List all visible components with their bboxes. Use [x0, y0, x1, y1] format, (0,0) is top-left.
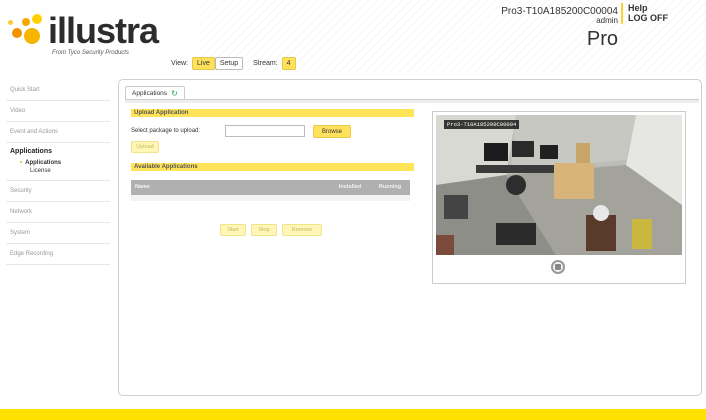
sidebar-subitem-license[interactable]: License [6, 167, 110, 175]
available-section-header: Available Applications [131, 163, 414, 171]
sidebar-nav: Quick Start Video Event and Actions Appl… [6, 80, 110, 265]
video-title-overlay: Pro3-T10A185200C00004 [444, 120, 520, 129]
stream-select[interactable]: 4 [281, 56, 296, 70]
col-running[interactable]: Running [370, 180, 410, 195]
logo-tagline: From Tyco Security Products [52, 50, 129, 56]
applications-table-header: Name Installed Running [131, 180, 410, 195]
footer-bar [0, 409, 706, 420]
stream-label: Stream: [253, 59, 278, 67]
stop-icon [555, 264, 561, 270]
video-preview-panel: Pro3-T10A185200C00004 [432, 111, 686, 284]
main-panel: Applications ↻ Upload Application Select… [118, 79, 702, 396]
start-button[interactable]: Start [220, 224, 246, 236]
remove-button[interactable]: Remove [282, 224, 322, 236]
device-info: Pro3-T10A185200C00004 admin Pro [501, 6, 618, 50]
sidebar-item-event-and-actions[interactable]: Event and Actions [6, 122, 110, 143]
logoff-link[interactable]: LOG OFF [628, 13, 668, 23]
view-toolbar: View: Live Setup Stream: 4 [171, 56, 296, 70]
tab-label: Applications [132, 90, 168, 97]
col-installed[interactable]: Installed [330, 180, 370, 195]
header-links: Help LOG OFF [621, 3, 668, 24]
applications-table-body [131, 195, 410, 201]
sidebar-item-quick-start[interactable]: Quick Start [6, 80, 110, 101]
col-name[interactable]: Name [131, 180, 330, 195]
device-user: admin [596, 16, 618, 25]
tab-underline [125, 99, 699, 103]
refresh-icon[interactable]: ↻ [171, 89, 178, 98]
file-path-input[interactable] [225, 125, 305, 137]
logo-dots-icon [8, 14, 52, 48]
sidebar-item-system[interactable]: System [6, 223, 110, 244]
video-scene-image [436, 115, 682, 255]
sidebar-item-video[interactable]: Video [6, 101, 110, 122]
sidebar-subitem-applications[interactable]: Applications [6, 159, 110, 167]
upload-button[interactable]: Upload [131, 141, 159, 153]
setup-button[interactable]: Setup [214, 56, 244, 70]
live-video-feed[interactable]: Pro3-T10A185200C00004 [436, 115, 682, 255]
stop-stream-button[interactable] [551, 260, 565, 274]
device-edition: Pro [586, 27, 618, 50]
stop-button[interactable]: Stop [251, 224, 277, 236]
live-button[interactable]: Live [192, 56, 215, 70]
browse-button[interactable]: Browse [313, 125, 351, 138]
sidebar-item-applications[interactable]: Applications [6, 143, 110, 159]
logo-text: illustra [48, 10, 159, 51]
illustra-logo: illustra From Tyco Security Products [8, 6, 198, 62]
select-package-label: Select package to upload: [131, 128, 201, 134]
sidebar-item-edge-recording[interactable]: Edge Recording [6, 244, 110, 265]
tab-applications[interactable]: Applications ↻ [125, 86, 185, 100]
sidebar-item-network[interactable]: Network [6, 202, 110, 223]
help-link[interactable]: Help [628, 3, 668, 13]
view-label: View: [171, 59, 188, 67]
sidebar-item-security[interactable]: Security [6, 181, 110, 202]
upload-section-header: Upload Application [131, 109, 414, 117]
